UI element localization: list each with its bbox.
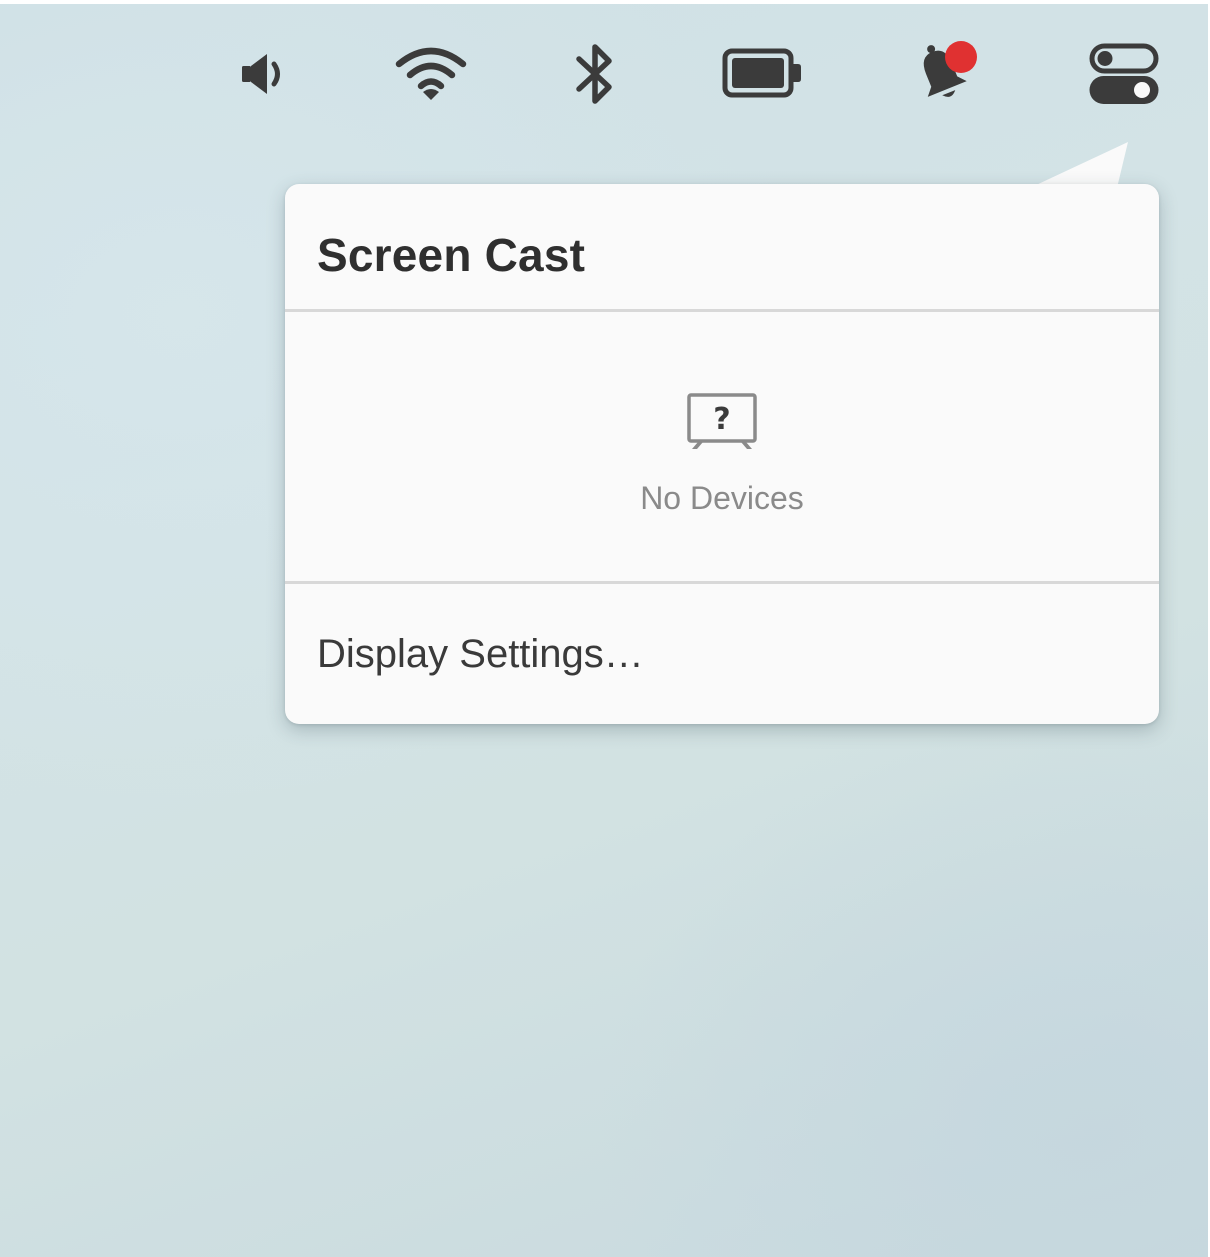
wifi-icon[interactable] bbox=[394, 44, 468, 100]
svg-text:?: ? bbox=[713, 402, 730, 437]
menu-bar bbox=[0, 0, 1210, 140]
volume-icon[interactable] bbox=[240, 50, 288, 98]
popover-title: Screen Cast bbox=[317, 229, 586, 281]
popover-header: Screen Cast bbox=[285, 184, 1159, 312]
screen-cast-popover: Screen Cast ? No Devices Display Setting… bbox=[285, 184, 1159, 724]
display-settings-item[interactable]: Display Settings… bbox=[285, 584, 1159, 724]
display-settings-label: Display Settings… bbox=[317, 632, 644, 676]
no-devices-message: No Devices bbox=[640, 480, 804, 516]
battery-icon[interactable] bbox=[722, 47, 804, 99]
bluetooth-icon[interactable] bbox=[570, 40, 620, 108]
notification-badge bbox=[945, 41, 977, 73]
notification-bell-icon[interactable] bbox=[910, 38, 986, 106]
control-center-toggles-icon[interactable] bbox=[1088, 42, 1160, 106]
device-list-empty-state: ? No Devices bbox=[285, 312, 1159, 584]
tv-question-icon: ? bbox=[686, 392, 758, 454]
